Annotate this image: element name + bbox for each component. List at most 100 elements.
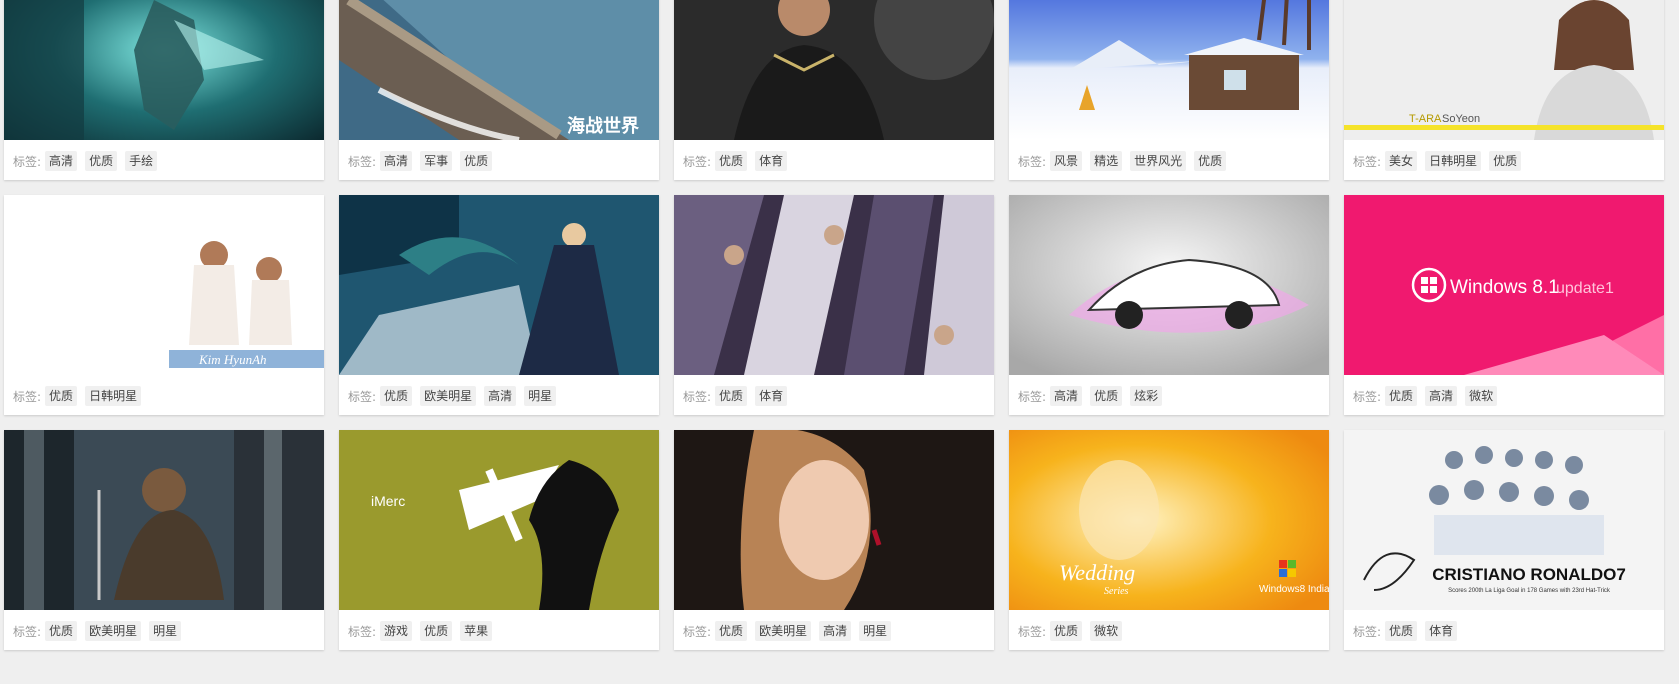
tag-chip[interactable]: 优质 xyxy=(715,151,748,171)
wallpaper-thumbnail[interactable]: T-ARA SoYeon xyxy=(1344,0,1664,140)
tag-list: 标签: 优质 欧美明星 高清 明星 xyxy=(683,620,899,642)
tag-list: 标签: 高清 优质 炫彩 xyxy=(1018,385,1170,407)
tag-list: 标签: 优质 体育 xyxy=(683,385,795,407)
tag-list: 标签: 优质 欧美明星 明星 xyxy=(13,620,189,642)
wallpaper-card[interactable]: Windows 8.1 update1 标签: 优质 高清 微软 xyxy=(1344,195,1664,415)
tag-chip[interactable]: 游戏 xyxy=(380,621,413,641)
tag-prefix-label: 标签: xyxy=(1018,389,1047,404)
wallpaper-thumbnail[interactable] xyxy=(1009,195,1329,375)
wallpaper-thumbnail[interactable] xyxy=(1009,0,1329,140)
wallpaper-card[interactable]: 标签: 优质 欧美明星 高清 明星 xyxy=(339,195,659,415)
wallpaper-card[interactable]: CRISTIANO RONALDO7 Scores 200th La Liga … xyxy=(1344,430,1664,650)
name-text: SoYeon xyxy=(1442,113,1480,125)
tag-chip[interactable]: 美女 xyxy=(1385,151,1418,171)
wallpaper-card[interactable]: 标签: 风景 精选 世界风光 优质 xyxy=(1009,0,1329,180)
tag-chip[interactable]: 高清 xyxy=(380,151,413,171)
tag-list: 标签: 高清 优质 手绘 xyxy=(13,150,165,172)
wallpaper-card[interactable]: 标签: 高清 优质 炫彩 xyxy=(1009,195,1329,415)
tag-chip[interactable]: 高清 xyxy=(1050,386,1083,406)
wedding-text: Wedding xyxy=(1059,560,1135,585)
wallpaper-card[interactable]: 标签: 优质 欧美明星 高清 明星 xyxy=(674,430,994,650)
tag-prefix-label: 标签: xyxy=(348,154,377,169)
wallpaper-card[interactable]: T-ARA SoYeon 标签: 美女 日韩明星 优质 xyxy=(1344,0,1664,180)
tag-chip[interactable]: 优质 xyxy=(460,151,493,171)
ronaldo-name-text: CRISTIANO RONALDO7 xyxy=(1432,565,1626,584)
tag-prefix-label: 标签: xyxy=(13,389,42,404)
wallpaper-card[interactable]: Wedding Series Windows8 India 标签: 优质 微软 xyxy=(1009,430,1329,650)
wallpaper-thumbnail[interactable] xyxy=(674,195,994,375)
tag-chip[interactable]: 优质 xyxy=(1090,386,1123,406)
tag-chip[interactable]: 苹果 xyxy=(460,621,493,641)
wallpaper-thumbnail[interactable]: Windows 8.1 update1 xyxy=(1344,195,1664,375)
tag-chip[interactable]: 优质 xyxy=(1489,151,1522,171)
wallpaper-card[interactable]: iMerc 标签: 游戏 优质 苹果 xyxy=(339,430,659,650)
tag-chip[interactable]: 微软 xyxy=(1465,386,1498,406)
tag-chip[interactable]: 高清 xyxy=(819,621,852,641)
imerc-text: iMerc xyxy=(371,493,405,509)
update-text: update1 xyxy=(1556,280,1614,297)
tag-chip[interactable]: 世界风光 xyxy=(1130,151,1187,171)
tag-chip[interactable]: 日韩明星 xyxy=(1425,151,1482,171)
tag-chip[interactable]: 日韩明星 xyxy=(85,386,142,406)
wallpaper-card[interactable]: 标签: 优质 体育 xyxy=(674,195,994,415)
tag-chip[interactable]: 微软 xyxy=(1090,621,1123,641)
tag-chip[interactable]: 明星 xyxy=(149,621,182,641)
tag-chip[interactable]: 体育 xyxy=(755,151,788,171)
wallpaper-card[interactable]: Kim HyunAh 标签: 优质 日韩明星 xyxy=(4,195,324,415)
tag-prefix-label: 标签: xyxy=(683,389,712,404)
tag-chip[interactable]: 优质 xyxy=(85,151,118,171)
wallpaper-thumbnail[interactable]: Wedding Series Windows8 India xyxy=(1009,430,1329,610)
wallpaper-card[interactable]: 标签: 高清 优质 手绘 xyxy=(4,0,324,180)
wallpaper-thumbnail[interactable]: 海战世界 xyxy=(339,0,659,140)
tag-prefix-label: 标签: xyxy=(1353,389,1382,404)
tag-chip[interactable]: 欧美明星 xyxy=(755,621,812,641)
tag-chip[interactable]: 高清 xyxy=(1425,386,1458,406)
tag-prefix-label: 标签: xyxy=(13,154,42,169)
tag-chip[interactable]: 优质 xyxy=(380,386,413,406)
tag-chip[interactable]: 体育 xyxy=(1425,621,1458,641)
wallpaper-thumbnail[interactable]: Kim HyunAh xyxy=(4,195,324,375)
tag-chip[interactable]: 手绘 xyxy=(125,151,158,171)
tag-chip[interactable]: 优质 xyxy=(715,386,748,406)
tag-list: 标签: 优质 微软 xyxy=(1018,620,1130,642)
tag-chip[interactable]: 高清 xyxy=(484,386,517,406)
tag-chip[interactable]: 优质 xyxy=(1385,386,1418,406)
wallpaper-card[interactable]: 海战世界 标签: 高清 军事 优质 xyxy=(339,0,659,180)
wallpaper-card[interactable]: 标签: 优质 体育 xyxy=(674,0,994,180)
tag-chip[interactable]: 炫彩 xyxy=(1130,386,1163,406)
tag-list: 标签: 美女 日韩明星 优质 xyxy=(1353,150,1529,172)
tag-list: 标签: 优质 体育 xyxy=(1353,620,1465,642)
tag-chip[interactable]: 优质 xyxy=(715,621,748,641)
tag-chip[interactable]: 优质 xyxy=(1385,621,1418,641)
tag-prefix-label: 标签: xyxy=(683,624,712,639)
tag-chip[interactable]: 明星 xyxy=(524,386,557,406)
wallpaper-card[interactable]: 标签: 优质 欧美明星 明星 xyxy=(4,430,324,650)
win8-india-text: Windows8 India xyxy=(1259,584,1329,595)
tag-chip[interactable]: 精选 xyxy=(1090,151,1123,171)
tag-chip[interactable]: 优质 xyxy=(1050,621,1083,641)
tag-chip[interactable]: 欧美明星 xyxy=(420,386,477,406)
tag-chip[interactable]: 明星 xyxy=(859,621,892,641)
wallpaper-thumbnail[interactable] xyxy=(674,430,994,610)
tag-chip[interactable]: 优质 xyxy=(1194,151,1227,171)
tag-chip[interactable]: 优质 xyxy=(420,621,453,641)
tag-chip[interactable]: 风景 xyxy=(1050,151,1083,171)
wallpaper-thumbnail[interactable]: iMerc xyxy=(339,430,659,610)
wallpaper-thumbnail[interactable] xyxy=(4,0,324,140)
tag-chip[interactable]: 军事 xyxy=(420,151,453,171)
tag-chip[interactable]: 优质 xyxy=(45,386,78,406)
tag-list: 标签: 优质 高清 微软 xyxy=(1353,385,1505,407)
tag-chip[interactable]: 体育 xyxy=(755,386,788,406)
tag-chip[interactable]: 优质 xyxy=(45,621,78,641)
tag-chip[interactable]: 欧美明星 xyxy=(85,621,142,641)
wallpaper-thumbnail[interactable]: CRISTIANO RONALDO7 Scores 200th La Liga … xyxy=(1344,430,1664,610)
tag-chip[interactable]: 高清 xyxy=(45,151,78,171)
wallpaper-thumbnail[interactable] xyxy=(339,195,659,375)
tag-prefix-label: 标签: xyxy=(13,624,42,639)
brand-text: T-ARA xyxy=(1409,113,1442,125)
wallpaper-thumbnail[interactable] xyxy=(4,430,324,610)
windows-title-text: Windows 8.1 xyxy=(1450,277,1559,298)
tag-prefix-label: 标签: xyxy=(1018,624,1047,639)
wallpaper-thumbnail[interactable] xyxy=(674,0,994,140)
name-text: Kim HyunAh xyxy=(198,352,267,367)
